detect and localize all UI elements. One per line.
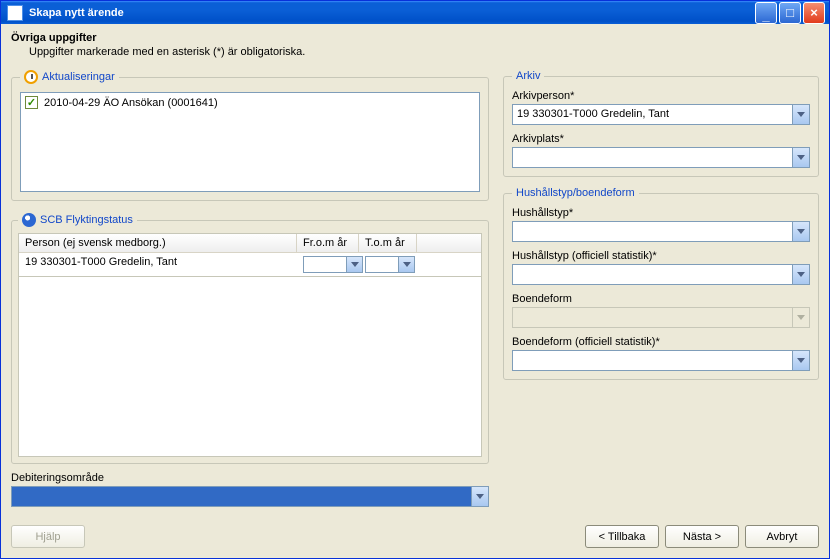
arkivplats-combo[interactable]	[512, 147, 810, 168]
boendeform-off-combo[interactable]	[512, 350, 810, 371]
debit-combo[interactable]	[11, 486, 489, 507]
hushall-group: Hushållstyp/boendeform Hushållstyp* Hush…	[503, 187, 819, 380]
arkiv-group: Arkiv Arkivperson* 19 330301-T000 Gredel…	[503, 70, 819, 177]
hushallstyp-value	[513, 222, 792, 241]
columns: Aktualiseringar ✓ 2010-04-29 ÄO Ansökan …	[11, 70, 819, 507]
aktualiseringar-group: Aktualiseringar ✓ 2010-04-29 ÄO Ansökan …	[11, 70, 489, 201]
chevron-down-icon	[792, 148, 809, 167]
debit-label: Debiteringsområde	[11, 472, 489, 484]
boendeform-off-value	[513, 351, 792, 370]
arkivperson-label: Arkivperson*	[512, 90, 810, 102]
hushall-legend: Hushållstyp/boendeform	[512, 187, 639, 199]
help-button[interactable]: Hjälp	[11, 525, 85, 548]
hushallstyp-combo[interactable]	[512, 221, 810, 242]
list-item-text: 2010-04-29 ÄO Ansökan (0001641)	[44, 97, 218, 109]
close-button[interactable]: ×	[803, 2, 825, 24]
page-title: Övriga uppgifter	[11, 32, 819, 44]
next-button[interactable]: Nästa >	[665, 525, 739, 548]
right-column: Arkiv Arkivperson* 19 330301-T000 Gredel…	[503, 70, 819, 507]
aktualiseringar-legend-text: Aktualiseringar	[42, 71, 115, 83]
boendeform-label: Boendeform	[512, 293, 810, 305]
hushallstyp-off-value	[513, 265, 792, 284]
to-year-combo[interactable]	[365, 256, 415, 273]
arkivperson-combo[interactable]: 19 330301-T000 Gredelin, Tant	[512, 104, 810, 125]
arkivperson-value: 19 330301-T000 Gredelin, Tant	[513, 105, 792, 124]
chevron-down-icon	[792, 222, 809, 241]
window: Skapa nytt ärende _ □ × Övriga uppgifter…	[0, 0, 830, 559]
scb-group: SCB Flyktingstatus Person (ej svensk med…	[11, 213, 489, 464]
chevron-down-icon	[792, 265, 809, 284]
arkiv-legend: Arkiv	[512, 70, 544, 82]
maximize-button[interactable]: □	[779, 2, 801, 24]
body: Övriga uppgifter Uppgifter markerade med…	[1, 24, 829, 517]
debit-block: Debiteringsområde	[11, 470, 489, 507]
scb-legend: SCB Flyktingstatus	[18, 213, 137, 227]
scb-legend-text: SCB Flyktingstatus	[40, 214, 133, 226]
aktualiseringar-list[interactable]: ✓ 2010-04-29 ÄO Ansökan (0001641)	[20, 92, 480, 192]
left-column: Aktualiseringar ✓ 2010-04-29 ÄO Ansökan …	[11, 70, 489, 507]
list-item[interactable]: ✓ 2010-04-29 ÄO Ansökan (0001641)	[23, 95, 477, 110]
arkiv-fields: Arkivperson* 19 330301-T000 Gredelin, Ta…	[512, 90, 810, 168]
boendeform-value	[513, 308, 792, 327]
cell-from	[297, 253, 359, 276]
arkivplats-value	[513, 148, 792, 167]
hushallstyp-off-combo[interactable]	[512, 264, 810, 285]
scb-table-body: 19 330301-T000 Gredelin, Tant	[19, 253, 481, 276]
chevron-down-icon	[792, 351, 809, 370]
checkbox-icon[interactable]: ✓	[25, 96, 38, 109]
footer: Hjälp < Tillbaka Nästa > Avbryt	[1, 517, 829, 558]
app-icon	[7, 5, 23, 21]
boendeform-off-label: Boendeform (officiell statistik)*	[512, 336, 810, 348]
clock-icon	[24, 70, 38, 84]
table-row[interactable]: 19 330301-T000 Gredelin, Tant	[19, 253, 481, 276]
debit-value	[12, 487, 471, 506]
col-to[interactable]: T.o.m år	[359, 234, 417, 252]
hushallstyp-off-label: Hushållstyp (officiell statistik)*	[512, 250, 810, 262]
chevron-down-icon	[471, 487, 488, 506]
hushallstyp-label: Hushållstyp*	[512, 207, 810, 219]
page-subtitle: Uppgifter markerade med en asterisk (*) …	[29, 46, 819, 58]
col-from[interactable]: Fr.o.m år	[297, 234, 359, 252]
minimize-button[interactable]: _	[755, 2, 777, 24]
from-year-combo[interactable]	[303, 256, 363, 273]
scb-table: Person (ej svensk medborg.) Fr.o.m år T.…	[18, 233, 482, 277]
page-header: Övriga uppgifter Uppgifter markerade med…	[11, 32, 819, 58]
globe-icon	[22, 213, 36, 227]
footer-right-buttons: < Tillbaka Nästa > Avbryt	[585, 525, 819, 548]
scb-table-header: Person (ej svensk medborg.) Fr.o.m år T.…	[19, 234, 481, 253]
arkivplats-label: Arkivplats*	[512, 133, 810, 145]
chevron-down-icon	[398, 257, 414, 272]
cell-to	[359, 253, 417, 276]
scb-table-empty-area	[18, 277, 482, 457]
titlebar: Skapa nytt ärende _ □ ×	[1, 1, 829, 24]
hushall-fields: Hushållstyp* Hushållstyp (officiell stat…	[512, 207, 810, 371]
back-button[interactable]: < Tillbaka	[585, 525, 659, 548]
chevron-down-icon	[792, 105, 809, 124]
cell-person: 19 330301-T000 Gredelin, Tant	[19, 253, 297, 276]
boendeform-combo	[512, 307, 810, 328]
window-title: Skapa nytt ärende	[29, 7, 753, 19]
col-person[interactable]: Person (ej svensk medborg.)	[19, 234, 297, 252]
aktualiseringar-legend: Aktualiseringar	[20, 70, 119, 84]
chevron-down-icon	[792, 308, 809, 327]
cancel-button[interactable]: Avbryt	[745, 525, 819, 548]
